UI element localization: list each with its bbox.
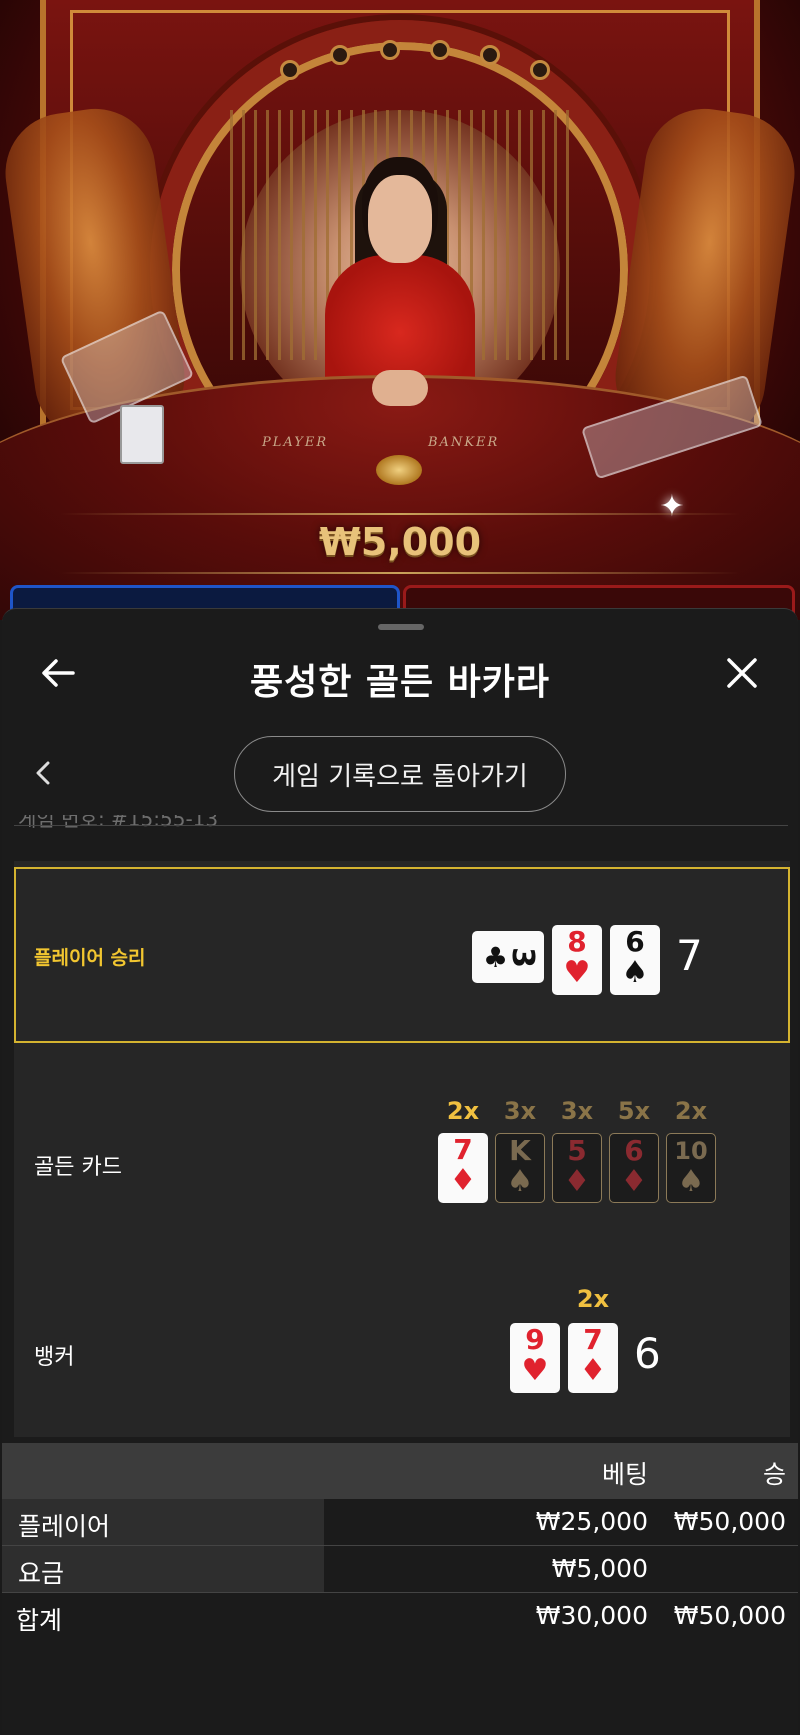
vault-bolt bbox=[480, 45, 500, 65]
sheet-title: 풍성한 골든 바카라 bbox=[249, 662, 551, 703]
gold-divider-bottom bbox=[60, 572, 740, 574]
card-suit: ♦ bbox=[563, 1164, 591, 1199]
gold-divider-top bbox=[60, 513, 740, 515]
close-icon bbox=[727, 658, 757, 688]
total-bet-amount: ₩30,000 bbox=[535, 1601, 648, 1630]
total-label: 합계 bbox=[16, 1606, 63, 1635]
dealer-head bbox=[368, 175, 432, 263]
bet-amount-display: ₩5,000 bbox=[318, 520, 482, 564]
banker-card-2: 7 ♦ bbox=[568, 1323, 618, 1393]
win-amount: ₩50,000 bbox=[673, 1507, 786, 1536]
card-suit: ♥ bbox=[563, 955, 591, 990]
card-rank: 7 bbox=[583, 1323, 603, 1356]
golden-card: K ♠ bbox=[495, 1133, 545, 1203]
dealer-hands bbox=[372, 370, 428, 406]
card-suit: ♠ bbox=[621, 955, 649, 990]
golden-card: 7 ♦ bbox=[438, 1133, 488, 1203]
golden-multiplier: 3x bbox=[560, 1097, 594, 1125]
table-label-player: PLAYER bbox=[262, 435, 329, 450]
bet-amount: ₩5,000 bbox=[551, 1554, 648, 1583]
vault-bolt bbox=[430, 40, 450, 60]
close-button[interactable] bbox=[720, 651, 764, 695]
card-suit: ♦ bbox=[449, 1163, 477, 1198]
golden-multiplier: 5x bbox=[617, 1097, 651, 1125]
winner-label: 플레이어 승리 bbox=[34, 947, 146, 969]
card-rank: 3 bbox=[505, 946, 541, 968]
vault-bolt bbox=[530, 60, 550, 80]
vault-bolt bbox=[280, 60, 300, 80]
golden-card: 6 ♦ bbox=[609, 1133, 659, 1203]
card-rank: 8 bbox=[567, 925, 587, 958]
player-score: 7 bbox=[676, 931, 703, 980]
player-result-row: 플레이어 승리 ♣ 3 8 ♥ 6 ♠ 7 bbox=[14, 867, 790, 1043]
card-suit: ♠ bbox=[677, 1164, 705, 1199]
bet-type-label: 플레이어 bbox=[18, 1512, 111, 1541]
win-column-header: 승 bbox=[762, 1460, 786, 1489]
banker-card-multiplier: 2x bbox=[576, 1285, 610, 1313]
player-card-1: ♣ 3 bbox=[472, 931, 544, 983]
banker-label: 뱅커 bbox=[34, 1345, 75, 1370]
chevron-left-icon bbox=[36, 761, 50, 785]
total-row: 합계 ₩30,000 ₩50,000 bbox=[2, 1593, 798, 1643]
banker-card-1: 9 ♥ bbox=[510, 1323, 560, 1393]
card-suit: ♦ bbox=[579, 1353, 607, 1388]
golden-cards-label: 골든 카드 bbox=[34, 1155, 122, 1180]
golden-multiplier: 2x bbox=[674, 1097, 708, 1125]
table-row: 요금 ₩5,000 bbox=[2, 1546, 798, 1593]
bet-type-label: 요금 bbox=[18, 1559, 65, 1588]
card-rank: 7 bbox=[453, 1133, 473, 1166]
total-win-amount: ₩50,000 bbox=[673, 1601, 786, 1630]
table-label-banker: BANKER bbox=[428, 435, 500, 450]
sparkle-icon: ✦ bbox=[659, 489, 685, 524]
game-history-sheet: 풍성한 골든 바카라 게임 기록으로 돌아가기 게임 번호: #15:55-13… bbox=[2, 608, 798, 1735]
sheet-drag-handle[interactable] bbox=[378, 624, 424, 630]
card-deck bbox=[120, 405, 164, 464]
golden-card: 5 ♦ bbox=[552, 1133, 602, 1203]
card-rank: 5 bbox=[567, 1134, 587, 1167]
live-video-stream: PLAYER BANKER ✦ ₩5,000 bbox=[0, 0, 800, 620]
player-card-2: 8 ♥ bbox=[552, 925, 602, 995]
back-to-history-button[interactable]: 게임 기록으로 돌아가기 bbox=[234, 736, 566, 812]
chip-stack bbox=[376, 455, 422, 485]
table-row: 플레이어 ₩25,000 ₩50,000 bbox=[2, 1499, 798, 1546]
header-divider bbox=[14, 825, 788, 826]
card-rank: 6 bbox=[624, 1134, 644, 1167]
golden-multiplier: 3x bbox=[503, 1097, 537, 1125]
round-id-text: 게임 번호: #15:55-13 bbox=[18, 815, 219, 831]
previous-round-button[interactable] bbox=[28, 753, 58, 793]
card-suit: ♠ bbox=[506, 1164, 534, 1199]
card-suit: ♦ bbox=[620, 1164, 648, 1199]
card-rank: 6 bbox=[625, 925, 645, 958]
card-rank: 9 bbox=[525, 1323, 545, 1356]
banker-score: 6 bbox=[634, 1329, 661, 1378]
bet-column-header: 베팅 bbox=[601, 1460, 648, 1489]
golden-card: 10 ♠ bbox=[666, 1133, 716, 1203]
card-rank: 10 bbox=[674, 1137, 708, 1165]
bets-table-header: 베팅 승 bbox=[2, 1443, 798, 1499]
card-rank: K bbox=[509, 1134, 531, 1167]
card-suit: ♥ bbox=[521, 1353, 549, 1388]
golden-multiplier: 2x bbox=[446, 1097, 480, 1125]
vault-bolt bbox=[330, 45, 350, 65]
round-result-panel: 플레이어 승리 ♣ 3 8 ♥ 6 ♠ 7 골든 카드 2x 3x 3x 5x … bbox=[14, 861, 790, 1437]
bet-amount: ₩25,000 bbox=[535, 1507, 648, 1536]
vault-bolt bbox=[380, 40, 400, 60]
player-card-3: 6 ♠ bbox=[610, 925, 660, 995]
